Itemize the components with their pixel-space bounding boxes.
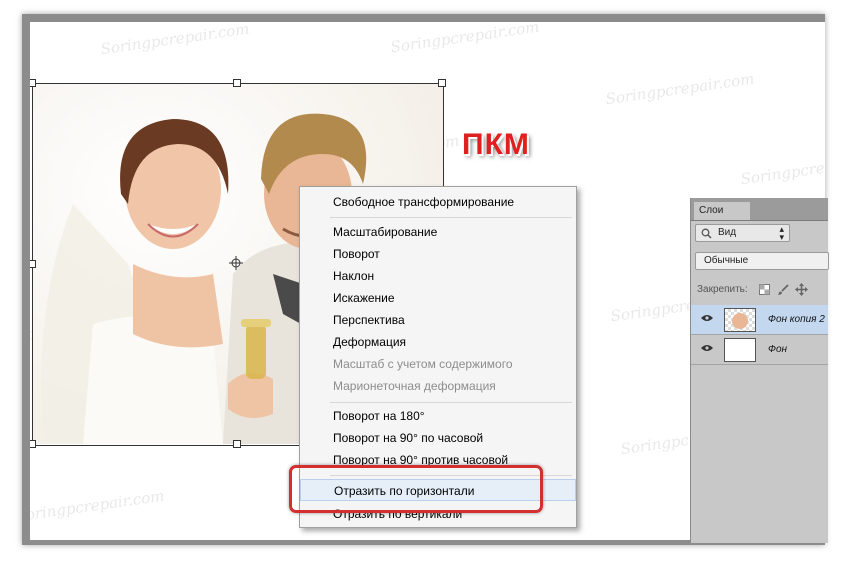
menu-item-puppet-warp: Марионеточная деформация [333, 379, 496, 393]
watermark: Soringpcrepair.com [99, 22, 251, 59]
menu-separator [330, 217, 572, 218]
layers-panel: Слои Вид ▴ ▾ Обычные Закрепить: Фон копия… [690, 198, 829, 543]
lock-move-icon[interactable] [795, 283, 808, 296]
layer-filter-select[interactable]: Вид ▴ ▾ [695, 224, 790, 242]
updown-icon: ▴ ▾ [779, 224, 784, 242]
filter-label: Вид [718, 227, 737, 238]
menu-item-rotate[interactable]: Поворот [300, 243, 576, 265]
search-icon [701, 228, 712, 239]
layer-thumbnail [724, 308, 756, 332]
tab-layers[interactable]: Слои [694, 202, 750, 220]
lock-transparent-icon[interactable] [759, 284, 770, 295]
menu-item-free-transform[interactable]: Свободное трансформирование [300, 191, 576, 213]
watermark: Soringpcrepair.com [604, 69, 756, 109]
layer-row-fon-kopiya-2[interactable]: Фон копия 2 [691, 305, 828, 335]
menu-separator [330, 402, 572, 403]
layer-name: Фон [768, 344, 788, 355]
transform-handle[interactable] [30, 79, 36, 87]
lock-label: Закрепить: [697, 284, 748, 295]
layer-name: Фон копия 2 [768, 314, 825, 325]
eye-icon[interactable] [701, 344, 713, 352]
blend-mode-select[interactable]: Обычные [695, 252, 829, 270]
transform-handle[interactable] [233, 79, 241, 87]
transform-handle[interactable] [30, 440, 36, 448]
layer-row-fon[interactable]: Фон [691, 335, 828, 365]
blend-mode-value: Обычные [704, 255, 749, 266]
lock-brush-icon[interactable] [777, 284, 789, 296]
menu-item-skew[interactable]: Наклон [300, 265, 576, 287]
menu-item-scale[interactable]: Масштабирование [300, 221, 576, 243]
watermark: Soringpcrepair.com [30, 486, 166, 526]
menu-item-distort[interactable]: Искажение [300, 287, 576, 309]
layer-thumbnail [724, 338, 756, 362]
menu-item-rotate-90-cw[interactable]: Поворот на 90° по часовой [300, 427, 576, 449]
pivot-point-icon[interactable] [229, 256, 243, 270]
transform-handle[interactable] [30, 260, 36, 268]
menu-item-content-aware-scale: Масштаб с учетом содержимого [333, 357, 513, 371]
annotation-label: ПКМ [462, 128, 530, 161]
highlight-box [289, 465, 543, 513]
menu-item-warp[interactable]: Деформация [300, 331, 576, 353]
eye-icon[interactable] [701, 314, 713, 322]
transform-handle[interactable] [233, 440, 241, 448]
watermark: Soringpcrepair.com [389, 22, 541, 57]
transform-handle[interactable] [438, 79, 446, 87]
panel-tab-bar: Слои [691, 198, 828, 221]
menu-item-rotate-180[interactable]: Поворот на 180° [300, 405, 576, 427]
watermark: Soringpcrepair.com [739, 149, 825, 189]
menu-item-perspective[interactable]: Перспектива [300, 309, 576, 331]
